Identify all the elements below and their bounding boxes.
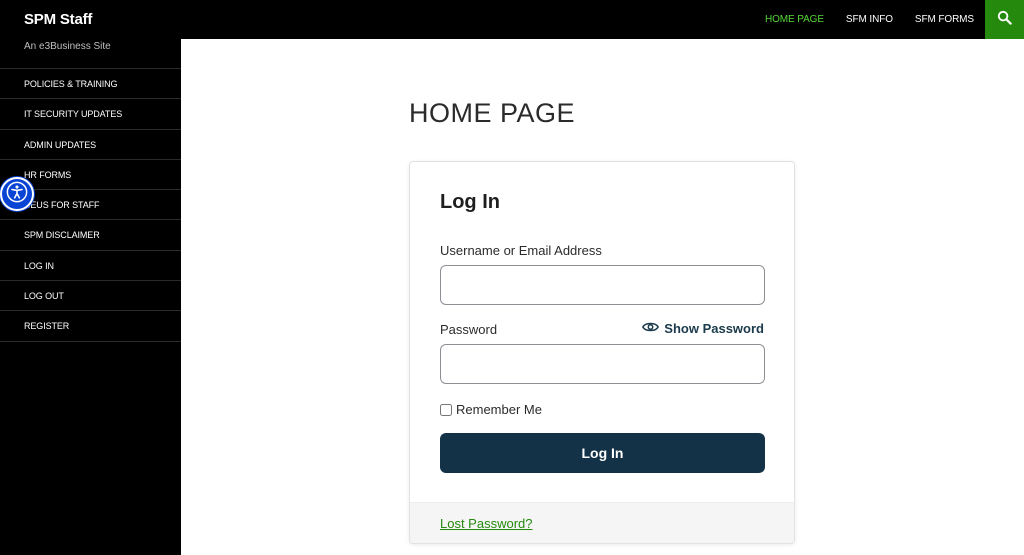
search-icon: [997, 10, 1012, 30]
nav-item-sfm-forms[interactable]: SFM FORMS: [904, 0, 985, 39]
login-footer: Lost Password?: [410, 502, 794, 543]
show-password-button[interactable]: Show Password: [642, 321, 764, 336]
top-nav: HOME PAGE SFM INFO SFM FORMS: [754, 0, 985, 39]
sidebar: An e3Business Site POLICIES & TRAINING I…: [0, 39, 181, 555]
login-form: Log In Username or Email Address Passwor…: [409, 161, 795, 544]
nav-item-sfm-info[interactable]: SFM INFO: [835, 0, 904, 39]
sidebar-item-log-in[interactable]: LOG IN: [0, 251, 181, 282]
page-title: HOME PAGE: [409, 98, 576, 128]
login-title: Log In: [440, 191, 500, 213]
lost-password-link[interactable]: Lost Password?: [440, 516, 533, 531]
remember-me-label: Remember Me: [456, 402, 542, 417]
eye-icon: [642, 321, 660, 336]
password-input[interactable]: [440, 344, 765, 384]
nav-item-home-page[interactable]: HOME PAGE: [754, 0, 835, 39]
username-label: Username or Email Address: [440, 243, 602, 258]
sidebar-item-policies-training[interactable]: POLICIES & TRAINING: [0, 69, 181, 100]
accessibility-button[interactable]: [0, 177, 34, 211]
sidebar-item-admin-updates[interactable]: ADMIN UPDATES: [0, 130, 181, 160]
sidebar-item-log-out[interactable]: LOG OUT: [0, 281, 181, 312]
password-label: Password: [440, 322, 498, 337]
username-input[interactable]: [440, 265, 765, 305]
show-password-label: Show Password: [664, 321, 764, 336]
sidebar-item-register[interactable]: REGISTER: [0, 311, 181, 342]
sidebar-item-spm-disclaimer[interactable]: SPM DISCLAIMER: [0, 220, 181, 251]
log-in-button[interactable]: Log In: [440, 433, 765, 473]
search-button[interactable]: [985, 0, 1024, 39]
remember-me: Remember Me: [440, 402, 542, 417]
site-tagline: An e3Business Site: [24, 41, 111, 52]
top-bar: SPM Staff HOME PAGE SFM INFO SFM FORMS: [0, 0, 1024, 39]
accessibility-icon: [6, 181, 28, 208]
sidebar-item-it-security-updates[interactable]: IT SECURITY UPDATES: [0, 99, 181, 130]
remember-me-checkbox[interactable]: [440, 403, 452, 416]
site-title[interactable]: SPM Staff: [24, 11, 92, 28]
